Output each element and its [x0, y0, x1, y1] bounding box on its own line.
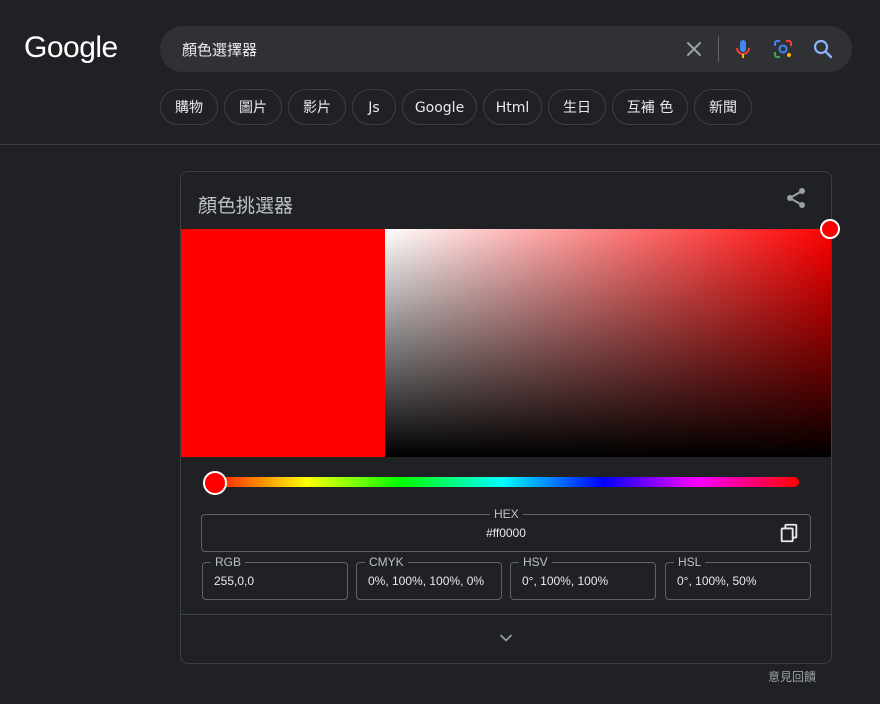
chip-complementary-color[interactable]: 互補 色	[612, 89, 688, 125]
cmyk-label: CMYK	[365, 555, 408, 569]
card-title: 顏色挑選器	[198, 195, 294, 217]
share-icon[interactable]	[784, 186, 808, 210]
search-divider	[718, 36, 719, 62]
rgb-label: RGB	[211, 555, 246, 569]
saturation-handle[interactable]	[820, 219, 840, 239]
chip-js[interactable]: Js	[352, 89, 396, 125]
rgb-field[interactable]: RGB 255,0,0	[202, 555, 348, 600]
hex-label: HEX	[490, 507, 523, 521]
copy-icon[interactable]	[778, 522, 800, 544]
chevron-down-icon[interactable]	[496, 628, 516, 648]
clear-icon[interactable]	[682, 37, 706, 61]
hsl-value[interactable]: 0°, 100%, 50%	[677, 574, 757, 588]
cmyk-field[interactable]: CMYK 0%, 100%, 100%, 0%	[356, 555, 502, 600]
cmyk-value[interactable]: 0%, 100%, 100%, 0%	[368, 574, 484, 588]
search-bar[interactable]: 顏色選擇器	[160, 26, 852, 72]
search-input[interactable]: 顏色選擇器	[182, 39, 257, 60]
color-preview-swatch	[181, 229, 385, 457]
hsv-value[interactable]: 0°, 100%, 100%	[522, 574, 608, 588]
feedback-link[interactable]: 意見回饋	[768, 668, 816, 685]
hue-slider[interactable]	[205, 477, 799, 487]
hsv-label: HSV	[519, 555, 552, 569]
google-logo[interactable]: Google	[24, 31, 118, 65]
search-icon[interactable]	[811, 37, 835, 61]
chip-videos[interactable]: 影片	[288, 89, 346, 125]
header-divider	[0, 144, 880, 145]
chip-birthday[interactable]: 生日	[548, 89, 606, 125]
chip-shopping[interactable]: 購物	[160, 89, 218, 125]
lens-icon[interactable]	[771, 37, 795, 61]
microphone-icon[interactable]	[731, 37, 755, 61]
rgb-value[interactable]: 255,0,0	[214, 574, 254, 588]
hex-value[interactable]: #ff0000	[202, 526, 810, 540]
chip-google[interactable]: Google	[402, 89, 477, 125]
chip-html[interactable]: Html	[483, 89, 542, 125]
hsl-field[interactable]: HSL 0°, 100%, 50%	[665, 555, 811, 600]
card-divider	[181, 614, 831, 615]
chip-news[interactable]: 新聞	[694, 89, 752, 125]
hue-slider-handle[interactable]	[203, 471, 227, 495]
hex-field[interactable]: HEX #ff0000	[201, 507, 811, 552]
chip-images[interactable]: 圖片	[224, 89, 282, 125]
hsv-field[interactable]: HSV 0°, 100%, 100%	[510, 555, 656, 600]
hsl-label: HSL	[674, 555, 706, 569]
saturation-value-area[interactable]	[385, 229, 831, 457]
